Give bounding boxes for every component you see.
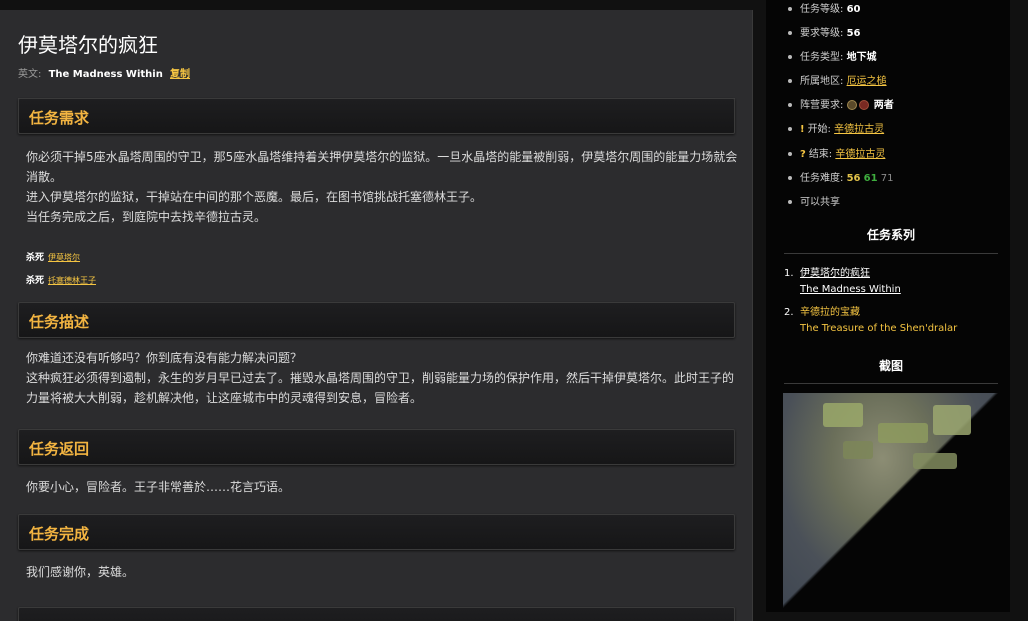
section-heading-description: 任务描述 — [18, 302, 735, 338]
description-line: 这种疯狂必须得到遏制，永生的岁月早已过去了。摧毁水晶塔周围的守卫，削弱能量力场的… — [26, 371, 735, 385]
info-value: 地下城 — [846, 52, 877, 63]
return-text: 你要小心，冒险者。王子非常善於……花言巧语。 — [26, 477, 738, 497]
series-en-name[interactable]: The Treasure of the Shen'dralar — [800, 321, 957, 337]
copy-link[interactable]: 复制 — [170, 69, 190, 80]
info-required-level: 要求等级: 56 — [788, 24, 1018, 39]
quest-title: 伊莫塔尔的疯狂 — [18, 33, 158, 57]
difficulty-yellow: 56 — [846, 173, 861, 184]
requirements-text: 你必须干掉5座水晶塔周围的守卫，那5座水晶塔维持着关押伊莫塔尔的监狱。一旦水晶塔… — [26, 147, 738, 227]
question-mark-icon: ? — [800, 149, 806, 160]
difficulty-grey: 71 — [880, 173, 894, 184]
series-divider — [784, 253, 998, 254]
screenshot-detail — [878, 423, 928, 443]
screenshot-heading: 截图 — [878, 359, 903, 373]
horde-crest-icon — [858, 100, 869, 110]
return-line: 你要小心，冒险者。王子非常善於……花言巧语。 — [26, 480, 291, 494]
bullet-icon — [788, 31, 792, 35]
screenshot-divider — [784, 383, 998, 384]
end-npc-link[interactable]: 辛德拉古灵 — [835, 149, 885, 160]
screenshot-detail — [843, 441, 873, 459]
bullet-icon — [788, 79, 792, 83]
start-npc-link[interactable]: 辛德拉古灵 — [834, 124, 884, 135]
section-heading-complete-label: 任务完成 — [29, 525, 90, 543]
screenshot-detail — [913, 453, 957, 469]
section-heading-description-label: 任务描述 — [29, 313, 90, 331]
section-heading-return: 任务返回 — [18, 429, 735, 465]
info-label: 开始: — [807, 124, 831, 135]
info-label: 要求等级: — [800, 28, 844, 39]
info-label: 任务类型: — [800, 52, 844, 63]
screenshot-detail — [823, 403, 863, 427]
info-difficulty: 任务难度: 56 61 71 — [788, 169, 1018, 184]
kill-objective: 杀死 托塞德林王子 — [26, 273, 96, 286]
difficulty-green: 61 — [863, 173, 878, 184]
english-label: 英文: — [18, 69, 42, 80]
zone-link[interactable]: 厄运之槌 — [847, 76, 887, 87]
requirements-line: 进入伊莫塔尔的监狱，干掉站在中间的那个恶魔。最后，在图书馆挑战托塞德林王子。 — [26, 190, 483, 204]
quest-sidebar: 任务等级: 60 要求等级: 56 任务类型: 地下城 所属地区: 厄运之槌 阵… — [766, 0, 1010, 612]
bullet-icon — [788, 127, 792, 131]
complete-text: 我们感谢你，英雄。 — [26, 562, 738, 582]
series-number: 1. — [784, 268, 794, 279]
info-label: 阵营要求: — [800, 100, 844, 111]
bullet-icon — [788, 55, 792, 59]
section-heading-next — [18, 607, 735, 621]
info-value: 60 — [846, 4, 861, 15]
english-name: The Madness Within — [48, 69, 163, 80]
section-heading-requirements-label: 任务需求 — [29, 109, 90, 127]
series-cn-name[interactable]: 辛德拉的宝藏 — [800, 305, 860, 321]
bullet-icon — [788, 176, 792, 180]
info-label: 任务难度: — [800, 173, 844, 184]
description-line: 力量将被大大削弱，趁机解决他，让这座城市中的灵魂得到安息，冒险者。 — [26, 391, 423, 405]
kill-target-link[interactable]: 托塞德林王子 — [48, 276, 96, 285]
screenshot-detail — [933, 405, 971, 435]
description-text: 你难道还没有听够吗？你到底有没有能力解决问题？ 这种疯狂必须得到遏制，永生的岁月… — [26, 348, 738, 408]
bullet-icon — [788, 152, 792, 156]
bullet-icon — [788, 7, 792, 11]
info-faction: 阵营要求: 两者 — [788, 96, 1018, 111]
info-label: 可以共享 — [800, 197, 840, 208]
kill-label: 杀死 — [26, 253, 45, 263]
series-en-name[interactable]: The Madness Within — [800, 282, 901, 298]
kill-objective: 杀死 伊莫塔尔 — [26, 250, 80, 263]
info-value: 两者 — [873, 100, 894, 111]
requirements-line: 你必须干掉5座水晶塔周围的守卫，那5座水晶塔维持着关押伊莫塔尔的监狱。一旦水晶塔… — [26, 150, 738, 164]
complete-line: 我们感谢你，英雄。 — [26, 565, 135, 579]
info-end: ? 结束: 辛德拉古灵 — [788, 145, 1018, 160]
series-heading: 任务系列 — [866, 228, 915, 242]
quest-main-panel: 伊莫塔尔的疯狂 英文: The Madness Within 复制 任务需求 你… — [0, 10, 753, 621]
quest-page: 伊莫塔尔的疯狂 英文: The Madness Within 复制 任务需求 你… — [0, 0, 1028, 621]
requirements-line: 当任务完成之后，到庭院中去找辛德拉古灵。 — [26, 210, 267, 224]
description-line: 你难道还没有听够吗？你到底有没有能力解决问题？ — [26, 351, 303, 365]
exclamation-icon: ! — [800, 124, 805, 135]
info-zone: 所属地区: 厄运之槌 — [788, 72, 1018, 87]
quest-screenshot-image[interactable] — [783, 393, 1004, 612]
requirements-line: 消散。 — [26, 170, 63, 184]
series-cn-name[interactable]: 伊莫塔尔的疯狂 — [800, 266, 870, 282]
bullet-icon — [788, 200, 792, 204]
bullet-icon — [788, 103, 792, 107]
section-heading-return-label: 任务返回 — [29, 440, 90, 458]
section-heading-complete: 任务完成 — [18, 514, 735, 550]
info-label: 任务等级: — [800, 4, 844, 15]
section-heading-requirements: 任务需求 — [18, 98, 735, 134]
alliance-crest-icon — [846, 100, 857, 110]
info-start: ! 开始: 辛德拉古灵 — [788, 120, 1018, 135]
info-label: 所属地区: — [800, 76, 844, 87]
info-level: 任务等级: 60 — [788, 0, 1018, 15]
info-type: 任务类型: 地下城 — [788, 48, 1018, 63]
english-name-line: 英文: The Madness Within 复制 — [18, 65, 190, 80]
info-value: 56 — [846, 28, 861, 39]
series-number: 2. — [784, 307, 794, 318]
kill-label: 杀死 — [26, 276, 45, 286]
info-label: 结束: — [808, 149, 833, 160]
kill-target-link[interactable]: 伊莫塔尔 — [48, 253, 80, 262]
info-shareable: 可以共享 — [788, 193, 1018, 208]
